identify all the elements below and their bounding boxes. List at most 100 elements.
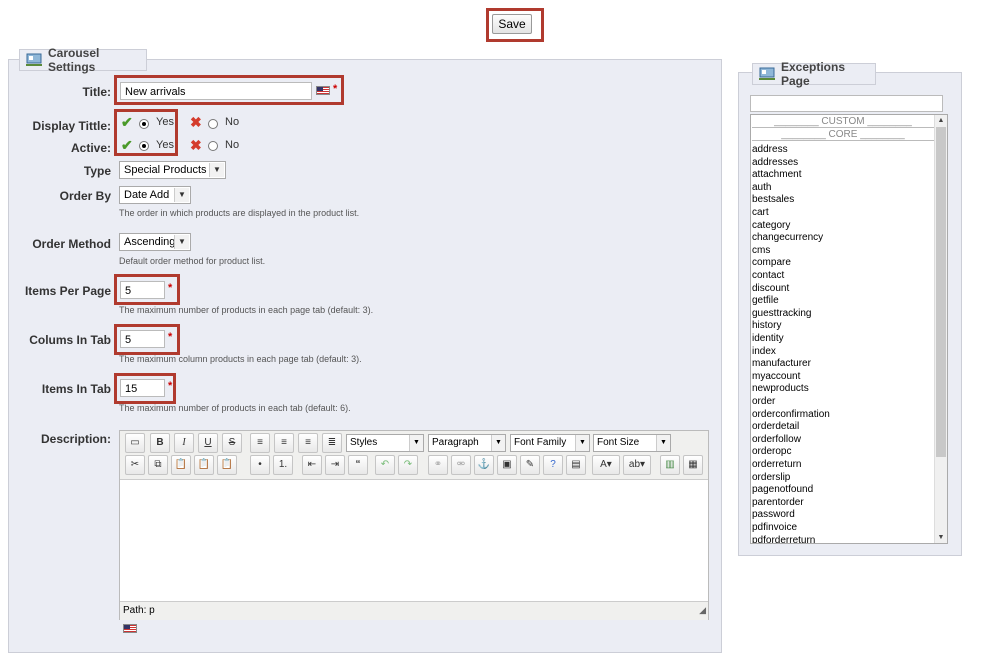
- template-icon[interactable]: ▦: [683, 455, 703, 475]
- chevron-down-icon: ▼: [575, 435, 589, 451]
- font-family-select[interactable]: Font Family ▼: [510, 434, 590, 452]
- exception-page-item[interactable]: parentorder: [752, 497, 804, 510]
- exception-page-item[interactable]: cart: [752, 207, 769, 220]
- exception-page-item[interactable]: orderslip: [752, 472, 790, 485]
- paste-text-icon[interactable]: 📋: [194, 455, 214, 475]
- help-icon[interactable]: ?: [543, 455, 563, 475]
- exceptions-scrollbar[interactable]: ▲ ▼: [934, 115, 947, 543]
- exception-page-item[interactable]: orderopc: [752, 446, 791, 459]
- colums-in-tab-label: Colums In Tab: [29, 333, 111, 347]
- exception-page-item[interactable]: changecurrency: [752, 232, 823, 245]
- exception-page-item[interactable]: addresses: [752, 157, 798, 170]
- paste-icon[interactable]: 📋: [171, 455, 191, 475]
- exception-page-item[interactable]: password: [752, 509, 795, 522]
- exception-page-item[interactable]: cms: [752, 245, 770, 258]
- exception-page-item[interactable]: manufacturer: [752, 358, 811, 371]
- align-center-icon[interactable]: ≡: [274, 433, 294, 453]
- exception-page-item[interactable]: bestsales: [752, 194, 794, 207]
- active-no-label: No: [225, 139, 240, 151]
- exception-page-item[interactable]: identity: [752, 333, 784, 346]
- order-by-select[interactable]: Date Add ▼: [119, 186, 191, 204]
- numbered-list-icon[interactable]: 1.: [273, 455, 293, 475]
- exception-page-item[interactable]: auth: [752, 182, 771, 195]
- undo-icon[interactable]: ↶: [375, 455, 395, 475]
- image-icon[interactable]: ▣: [497, 455, 517, 475]
- exception-page-item[interactable]: orderreturn: [752, 459, 801, 472]
- exception-page-item[interactable]: contact: [752, 270, 784, 283]
- order-by-label: Order By: [59, 189, 111, 203]
- cleanup-icon[interactable]: ✎: [520, 455, 540, 475]
- exception-page-item[interactable]: attachment: [752, 169, 801, 182]
- active-no-radio[interactable]: [208, 141, 218, 151]
- unlink-icon[interactable]: ⚮: [451, 455, 471, 475]
- scroll-down-icon[interactable]: ▼: [935, 532, 947, 543]
- exceptions-list[interactable]: ________ CUSTOM ________ ________ CORE _…: [750, 114, 948, 544]
- exception-page-item[interactable]: orderconfirmation: [752, 409, 830, 422]
- italic-icon[interactable]: I: [174, 433, 194, 453]
- settings-icon: [759, 67, 775, 81]
- styles-select[interactable]: Styles ▼: [346, 434, 424, 452]
- order-method-select[interactable]: Ascending ▼: [119, 233, 191, 251]
- media-icon[interactable]: ▥: [660, 455, 680, 475]
- bold-icon[interactable]: B: [150, 433, 170, 453]
- exception-page-item[interactable]: pdfinvoice: [752, 522, 797, 535]
- new-document-icon[interactable]: ▭: [125, 433, 145, 453]
- redo-icon[interactable]: ↷: [398, 455, 418, 475]
- exception-page-item[interactable]: newproducts: [752, 383, 809, 396]
- custom-separator: ________ CUSTOM ________: [752, 116, 934, 128]
- description-language-flag-icon[interactable]: [123, 624, 137, 633]
- bullet-list-icon[interactable]: •: [250, 455, 270, 475]
- exception-page-item[interactable]: pagenotfound: [752, 484, 813, 497]
- exception-page-item[interactable]: myaccount: [752, 371, 800, 384]
- exception-page-item[interactable]: compare: [752, 257, 791, 270]
- link-icon[interactable]: ⚭: [428, 455, 448, 475]
- items-per-page-highlight: [114, 274, 180, 305]
- copy-icon[interactable]: ⧉: [148, 455, 168, 475]
- exception-page-item[interactable]: getfile: [752, 295, 779, 308]
- scroll-thumb[interactable]: [936, 127, 946, 457]
- editor-content-area[interactable]: [120, 479, 708, 602]
- items-in-tab-help: The maximum number of products in each t…: [119, 403, 351, 413]
- no-cross-icon: ✖: [190, 114, 202, 130]
- exceptions-search-input[interactable]: [750, 95, 943, 112]
- exception-page-item[interactable]: category: [752, 220, 790, 233]
- exception-page-item[interactable]: address: [752, 144, 788, 157]
- exceptions-legend: Exceptions Page: [752, 60, 876, 88]
- exception-page-item[interactable]: orderdetail: [752, 421, 799, 434]
- text-color-icon[interactable]: A▾: [592, 455, 620, 475]
- strikethrough-icon[interactable]: S: [222, 433, 242, 453]
- description-label: Description:: [40, 432, 111, 446]
- editor-toolbar-row1: ▭ B I U S ≡ ≡ ≡ ≣ Styles ▼ Paragraph ▼ Fon…: [120, 431, 708, 455]
- scroll-up-icon[interactable]: ▲: [935, 115, 947, 126]
- exception-page-item[interactable]: history: [752, 320, 781, 333]
- indent-icon[interactable]: ⇥: [325, 455, 345, 475]
- blockquote-icon[interactable]: “: [348, 455, 368, 475]
- exception-page-item[interactable]: discount: [752, 283, 789, 296]
- core-separator: ________ CORE ________: [752, 129, 934, 141]
- exception-page-item[interactable]: index: [752, 346, 776, 359]
- resize-handle-icon[interactable]: ◢: [699, 605, 706, 616]
- align-right-icon[interactable]: ≡: [298, 433, 318, 453]
- align-justify-icon[interactable]: ≣: [322, 433, 342, 453]
- display-title-no-radio[interactable]: [208, 119, 218, 129]
- align-left-icon[interactable]: ≡: [250, 433, 270, 453]
- background-color-icon[interactable]: ab▾: [623, 455, 651, 475]
- outdent-icon[interactable]: ⇤: [302, 455, 322, 475]
- font-size-select[interactable]: Font Size ▼: [593, 434, 671, 452]
- type-select[interactable]: Special Products ▼: [119, 161, 226, 179]
- no-cross-icon: ✖: [190, 137, 202, 153]
- toggle-highlight: [114, 109, 178, 156]
- items-in-tab-label: Items In Tab: [41, 382, 111, 396]
- underline-icon[interactable]: U: [198, 433, 218, 453]
- colums-in-tab-help: The maximum column products in each page…: [119, 354, 362, 364]
- items-per-page-help: The maximum number of products in each p…: [119, 305, 374, 315]
- anchor-icon[interactable]: ⚓: [474, 455, 494, 475]
- exception-page-item[interactable]: orderfollow: [752, 434, 801, 447]
- exception-page-item[interactable]: order: [752, 396, 775, 409]
- html-source-icon[interactable]: ▤: [566, 455, 586, 475]
- paragraph-select[interactable]: Paragraph ▼: [428, 434, 506, 452]
- cut-icon[interactable]: ✂: [125, 455, 145, 475]
- exception-page-item[interactable]: pdforderreturn: [752, 535, 815, 543]
- exception-page-item[interactable]: guesttracking: [752, 308, 811, 321]
- paste-word-icon[interactable]: 📋: [217, 455, 237, 475]
